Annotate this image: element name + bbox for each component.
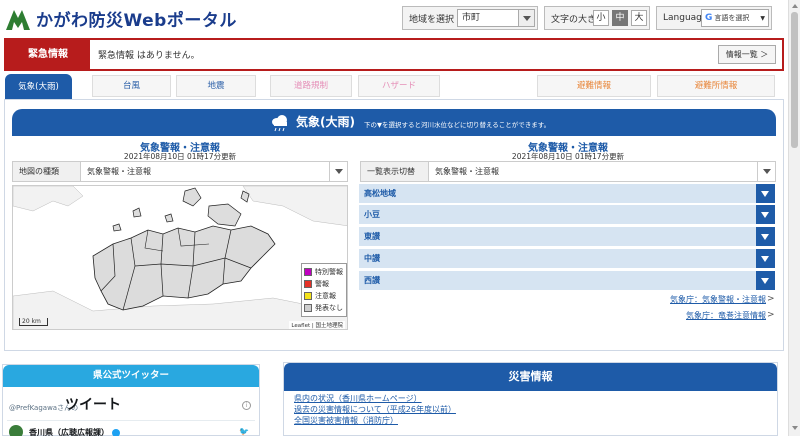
weather-banner: 気象(大雨) 下の▼を選択すると河川水位などに切り替えることができます。	[12, 109, 776, 136]
legend-item-advisory: 注意報	[304, 290, 344, 302]
site-header: かがわ防災Webポータル 地域を選択 市町 文字の大きさ 小 中 大 Langu…	[0, 0, 788, 36]
legend-swatch	[304, 292, 312, 300]
chevron-down-icon	[518, 10, 534, 26]
disaster-info-panel: 災害情報 県内の状況（香川県ホームページ） 過去の災害情報について（平成26年度…	[283, 362, 778, 436]
chevron-down-icon	[329, 162, 347, 181]
region-dropdown-value: 市町	[462, 13, 481, 23]
site-title[interactable]: かがわ防災Webポータル	[36, 6, 237, 31]
twitter-account[interactable]: 香川県（広聴広報課）	[29, 427, 120, 436]
font-size-small-button[interactable]: 小	[593, 10, 609, 26]
jma-warnings-link[interactable]: 気象庁：気象警報・注意報	[670, 294, 766, 305]
language-dropdown-value: 言語を選択	[714, 14, 750, 22]
twitter-panel: 県公式ツイッター @PrefKagawaさんの ツイート i 香川県（広聴広報課…	[2, 364, 260, 436]
legend-item-special-warning: 特別警報	[304, 266, 344, 278]
weather-title: 気象(大雨)	[296, 115, 355, 129]
map-type-label: 地図の種類	[13, 162, 81, 181]
scroll-up-icon[interactable]	[792, 4, 798, 8]
region-selector: 地域を選択 市町	[402, 6, 538, 30]
tab-weather-rain[interactable]: 気象(大雨)	[5, 74, 72, 100]
scroll-thumb[interactable]	[791, 12, 798, 148]
page-scrollbar[interactable]	[788, 0, 800, 436]
font-size-medium-button[interactable]: 中	[612, 10, 628, 26]
chevron-right-icon: >	[767, 294, 775, 304]
region-row-shodo[interactable]: 小豆	[359, 205, 775, 224]
region-row-takamatsu[interactable]: 高松地域	[359, 184, 775, 203]
chevron-down-icon: ▼	[760, 14, 765, 22]
info-list-button[interactable]: 情報一覧 ＞	[718, 45, 776, 64]
twitter-account-name: 香川県（広聴広報課）	[29, 428, 109, 436]
list-view-label: 一覧表示切替	[361, 162, 429, 181]
region-label: 高松地域	[364, 189, 396, 198]
tab-shelter-info[interactable]: 避難所情報	[657, 75, 775, 97]
legend-item-warning: 警報	[304, 278, 344, 290]
region-label: 中讃	[364, 254, 380, 263]
verified-icon	[112, 428, 120, 436]
twitter-header: 県公式ツイッター	[3, 365, 259, 387]
expand-arrow-icon[interactable]	[756, 184, 775, 203]
map-type-selector[interactable]: 地図の種類 気象警報・注意報	[12, 161, 348, 182]
warning-map[interactable]: 特別警報 警報 注意報 発表なし 20 km Leaflet | 国土地理院	[12, 185, 348, 330]
tab-road-closure[interactable]: 道路規制	[270, 75, 352, 97]
legend-label: 発表なし	[315, 304, 343, 312]
list-view-selector[interactable]: 一覧表示切替 気象警報・注意報	[360, 161, 776, 182]
divider	[7, 420, 255, 421]
map-legend: 特別警報 警報 注意報 発表なし	[301, 263, 347, 317]
legend-swatch	[304, 280, 312, 288]
past-disaster-link[interactable]: 過去の災害情報について（平成26年度以前）	[294, 404, 456, 415]
emergency-bar: 緊急情報 緊急情報 はありません。 情報一覧 ＞	[4, 38, 784, 71]
kagawa-map[interactable]	[13, 186, 348, 330]
twitter-bird-icon: 🐦	[239, 427, 249, 436]
legend-swatch	[304, 304, 312, 312]
map-scale: 20 km	[19, 318, 48, 326]
language-dropdown[interactable]: G 言語を選択 ▼	[701, 9, 769, 27]
expand-arrow-icon[interactable]	[756, 249, 775, 268]
font-size-large-button[interactable]: 大	[631, 10, 647, 26]
legend-label: 警報	[315, 280, 329, 288]
prefecture-status-link[interactable]: 県内の状況（香川県ホームページ）	[294, 393, 422, 404]
legend-label: 特別警報	[315, 268, 343, 276]
list-view-value: 気象警報・注意報	[435, 167, 499, 176]
google-translate-icon: G	[705, 13, 713, 23]
expand-arrow-icon[interactable]	[756, 205, 775, 224]
chevron-right-icon: >	[767, 310, 775, 320]
emergency-message: 緊急情報 はありません。	[98, 51, 200, 61]
expand-arrow-icon[interactable]	[756, 271, 775, 290]
tab-hazard[interactable]: ハザード	[358, 75, 440, 97]
scroll-down-icon[interactable]	[792, 426, 798, 430]
map-type-value: 気象警報・注意報	[87, 167, 151, 176]
region-label: 西讃	[364, 276, 380, 285]
twitter-title: ツイート	[65, 397, 121, 413]
legend-item-none: 発表なし	[304, 302, 344, 314]
weather-description: 下の▼を選択すると河川水位などに切り替えることができます。	[364, 121, 551, 129]
jma-tornado-link[interactable]: 気象庁：竜巻注意情報	[686, 310, 766, 321]
region-row-tosan[interactable]: 東讃	[359, 227, 775, 246]
region-label: 小豆	[364, 210, 380, 219]
region-dropdown[interactable]: 市町	[457, 9, 535, 27]
tab-earthquake[interactable]: 地震	[176, 75, 256, 97]
info-icon[interactable]: i	[242, 401, 251, 410]
legend-label: 注意報	[315, 292, 336, 300]
emergency-label: 緊急情報	[6, 40, 90, 69]
tab-typhoon[interactable]: 台風	[92, 75, 171, 97]
avatar[interactable]	[9, 425, 23, 436]
rain-cloud-icon	[272, 115, 287, 132]
region-row-chusan[interactable]: 中讃	[359, 249, 775, 268]
map-attribution[interactable]: Leaflet | 国土地理院	[289, 321, 345, 329]
region-row-seisan[interactable]: 西讃	[359, 271, 775, 290]
tab-evacuation-info[interactable]: 避難情報	[537, 75, 651, 97]
national-disaster-link[interactable]: 全国災害被害情報（消防庁）	[294, 415, 398, 426]
kagawa-logo-icon[interactable]	[4, 4, 32, 32]
legend-swatch	[304, 268, 312, 276]
expand-arrow-icon[interactable]	[756, 227, 775, 246]
font-size-selector: 文字の大きさ 小 中 大	[544, 6, 650, 30]
disaster-info-header: 災害情報	[284, 363, 777, 391]
chevron-down-icon	[757, 162, 775, 181]
language-selector: Language G 言語を選択 ▼	[656, 6, 772, 30]
region-label: 東讃	[364, 232, 380, 241]
region-label: 地域を選択	[409, 14, 455, 25]
